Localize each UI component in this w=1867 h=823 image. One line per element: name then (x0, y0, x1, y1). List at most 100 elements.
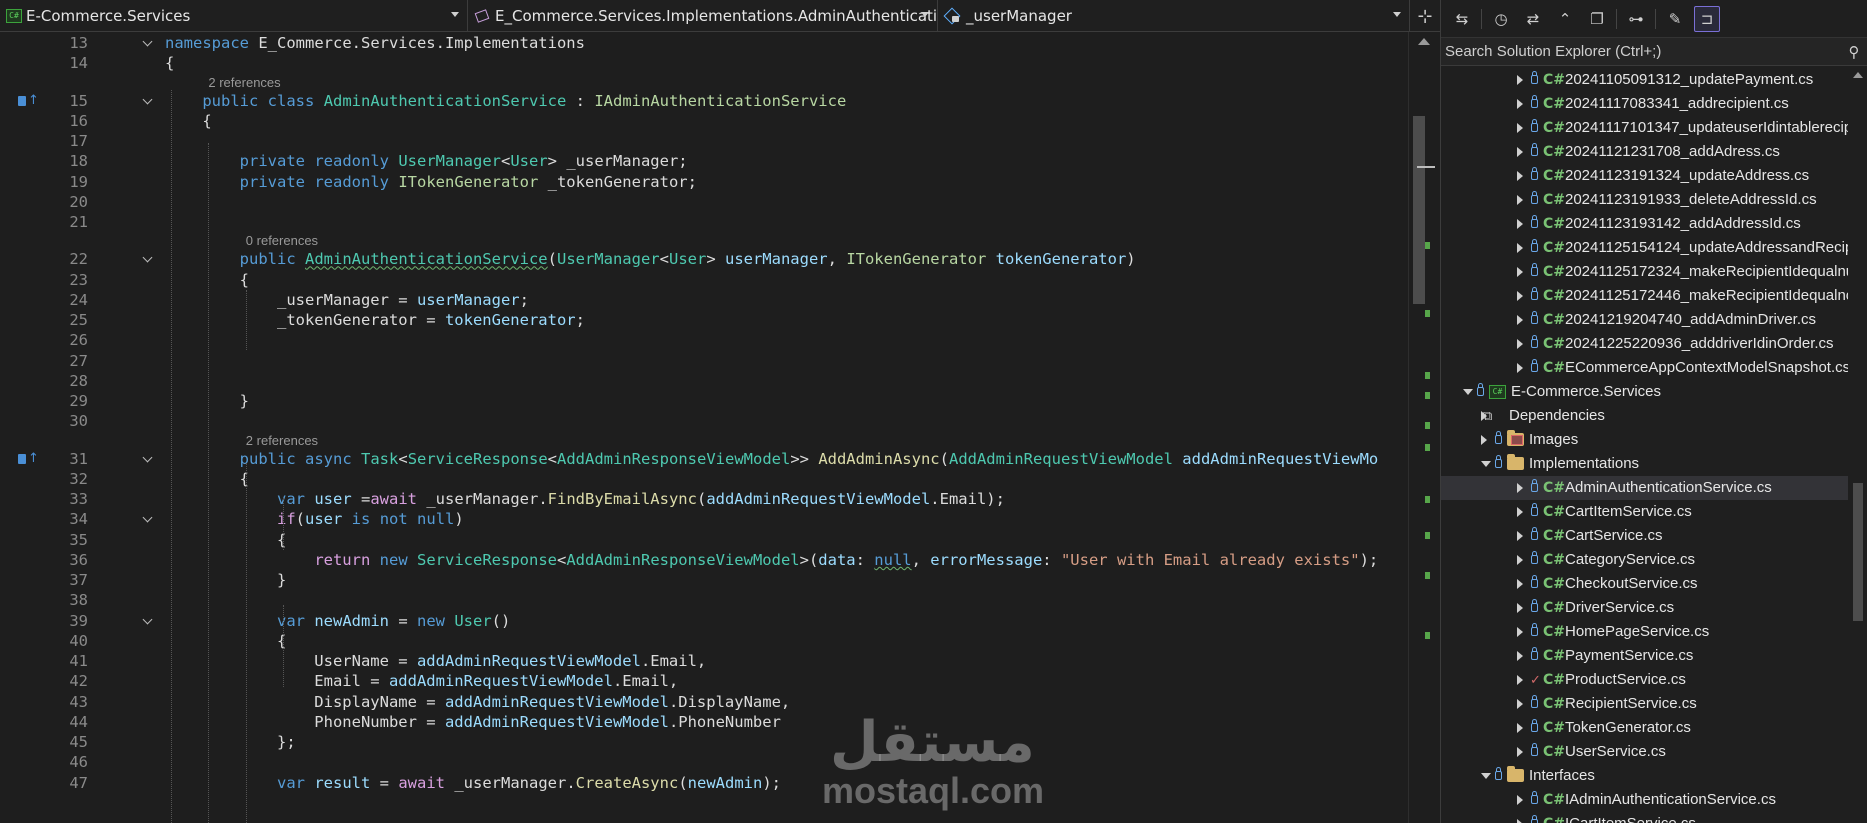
tree-item-file[interactable]: ✓ C# ProductService.cs (1441, 668, 1848, 692)
code-line[interactable]: 43 DisplayName = addAdminRequestViewMode… (0, 692, 1408, 712)
type-dropdown[interactable]: E_Commerce.Services.Implementations.Admi… (468, 0, 938, 32)
collapsed-arrow-icon[interactable] (1517, 819, 1523, 823)
code-line[interactable]: 22 public AdminAuthenticationService(Use… (0, 249, 1408, 269)
code-line[interactable]: 25 _tokenGenerator = tokenGenerator; (0, 310, 1408, 330)
tree-item-folder[interactable]: ⧉ Dependencies (1441, 404, 1848, 428)
tree-item-file[interactable]: C# ECommerceAppContextModelSnapshot.cs (1441, 356, 1848, 380)
member-dropdown[interactable]: _userManager (938, 0, 1410, 32)
code-line[interactable]: 45 }; (0, 732, 1408, 752)
collapsed-arrow-icon[interactable] (1517, 507, 1523, 517)
collapsed-arrow-icon[interactable] (1517, 75, 1523, 85)
scroll-up-icon[interactable] (1853, 72, 1863, 78)
code-line[interactable]: 46 (0, 752, 1408, 772)
implements-interface-icon[interactable] (18, 91, 40, 111)
code-line[interactable]: 30 (0, 411, 1408, 431)
collapsed-arrow-icon[interactable] (1517, 675, 1523, 685)
collapsed-arrow-icon[interactable] (1517, 603, 1523, 613)
fold-chevron-icon[interactable] (142, 513, 154, 525)
implements-interface-icon[interactable] (18, 449, 40, 469)
collapsed-arrow-icon[interactable] (1517, 195, 1523, 205)
code-text-area[interactable]: 13 namespace E_Commerce.Services.Implemen… (0, 32, 1408, 823)
code-line[interactable]: 42 Email = addAdminRequestViewModel.Emai… (0, 671, 1408, 691)
tree-item-file[interactable]: C# CategoryService.cs (1441, 548, 1848, 572)
fold-chevron-icon[interactable] (142, 253, 154, 265)
tree-item-file[interactable]: C# 20241123191324_updateAddress.cs (1441, 164, 1848, 188)
collapsed-arrow-icon[interactable] (1517, 555, 1523, 565)
tree-item-file[interactable]: C# 20241117101347_updateuserIdintablereci… (1441, 116, 1848, 140)
fold-chevron-icon[interactable] (142, 95, 154, 107)
code-lens-references[interactable]: 2 references (246, 433, 318, 449)
solution-tree[interactable]: C# 20241105091312_updatePayment.cs C# 20241… (1441, 68, 1848, 823)
collapsed-arrow-icon[interactable] (1517, 363, 1523, 373)
code-line[interactable]: 27 (0, 351, 1408, 371)
collapsed-arrow-icon[interactable] (1517, 243, 1523, 253)
tree-item-file[interactable]: C# 20241117083341_addrecipient.cs (1441, 92, 1848, 116)
collapsed-arrow-icon[interactable] (1517, 651, 1523, 661)
code-line[interactable]: 36 return new ServiceResponse<AddAdminRe… (0, 550, 1408, 570)
search-icon[interactable]: ⚲ (1840, 43, 1867, 61)
code-line[interactable]: 18 private readonly UserManager<User> _u… (0, 151, 1408, 171)
code-line[interactable]: 20 (0, 192, 1408, 212)
solution-explorer-search-input[interactable] (1445, 43, 1840, 60)
code-line[interactable]: 23 { (0, 270, 1408, 290)
code-line[interactable]: 14 { (0, 53, 1408, 73)
fold-chevron-icon[interactable] (142, 453, 154, 465)
code-line[interactable]: 32 { (0, 469, 1408, 489)
collapse-all-button[interactable]: ⌃ (1552, 6, 1578, 32)
code-line[interactable]: 34 if(user is not null) (0, 509, 1408, 529)
code-line[interactable]: 41 UserName = addAdminRequestViewModel.E… (0, 651, 1408, 671)
tree-item-file[interactable]: C# 20241121231708_addAdress.cs (1441, 140, 1848, 164)
solution-explorer-scrollbar[interactable] (1848, 68, 1867, 823)
collapsed-arrow-icon[interactable] (1517, 123, 1523, 133)
tree-item-file[interactable]: C# 20241123193142_addAddressId.cs (1441, 212, 1848, 236)
code-line[interactable]: 17 (0, 131, 1408, 151)
scrollbar-thumb[interactable] (1413, 116, 1425, 304)
code-line[interactable]: 47 var result = await _userManager.Creat… (0, 773, 1408, 793)
view-class-diagram-button[interactable]: ⊶ (1623, 6, 1649, 32)
collapsed-arrow-icon[interactable] (1517, 291, 1523, 301)
collapsed-arrow-icon[interactable] (1517, 99, 1523, 109)
code-line[interactable]: 37 } (0, 570, 1408, 590)
tree-item-file[interactable]: C# CartItemService.cs (1441, 500, 1848, 524)
code-line[interactable]: 44 PhoneNumber = addAdminRequestViewMode… (0, 712, 1408, 732)
properties-button[interactable]: ✎ (1662, 6, 1688, 32)
tree-item-file[interactable]: C# UserService.cs (1441, 740, 1848, 764)
tree-item-file[interactable]: C# IAdminAuthenticationService.cs (1441, 788, 1848, 812)
code-line[interactable]: 33 var user =await _userManager.FindByEm… (0, 489, 1408, 509)
collapsed-arrow-icon[interactable] (1517, 219, 1523, 229)
collapsed-arrow-icon[interactable] (1517, 267, 1523, 277)
collapsed-arrow-icon[interactable] (1517, 699, 1523, 709)
tree-item-folder[interactable]: Implementations (1441, 452, 1848, 476)
tree-item-file[interactable]: C# DriverService.cs (1441, 596, 1848, 620)
collapsed-arrow-icon[interactable] (1517, 483, 1523, 493)
code-editor[interactable]: C# E-Commerce.Services E_Commerce.Servic… (0, 0, 1440, 823)
project-dropdown[interactable]: C# E-Commerce.Services (0, 0, 468, 32)
collapsed-arrow-icon[interactable] (1517, 795, 1523, 805)
code-line[interactable]: 13 namespace E_Commerce.Services.Implemen… (0, 33, 1408, 53)
code-lens-references[interactable]: 2 references (208, 75, 280, 91)
code-line[interactable]: 29 } (0, 391, 1408, 411)
tree-item-folder[interactable]: Images (1441, 428, 1848, 452)
expanded-arrow-icon[interactable] (1481, 461, 1491, 467)
tree-item-file[interactable]: C# RecipientService.cs (1441, 692, 1848, 716)
code-line[interactable]: 38 (0, 590, 1408, 610)
code-line[interactable]: 35 { (0, 530, 1408, 550)
tree-item-file[interactable]: C# 20241219204740_addAdminDriver.cs (1441, 308, 1848, 332)
tree-item-file[interactable]: C# 20241225220936_adddriverIdinOrder.cs (1441, 332, 1848, 356)
expanded-arrow-icon[interactable] (1481, 773, 1491, 779)
code-line[interactable]: 15 public class AdminAuthenticationServi… (0, 91, 1408, 111)
code-line[interactable]: 24 _userManager = userManager; (0, 290, 1408, 310)
code-line[interactable]: 31 public async Task<ServiceResponse<Add… (0, 449, 1408, 469)
expanded-arrow-icon[interactable] (1463, 389, 1473, 395)
sync-with-active-document-button[interactable]: ⇄ (1520, 6, 1546, 32)
split-editor-button[interactable]: ⊹ (1410, 0, 1440, 32)
fold-chevron-icon[interactable] (142, 37, 154, 49)
code-line[interactable]: 19 private readonly ITokenGenerator _tok… (0, 172, 1408, 192)
fold-chevron-icon[interactable] (142, 615, 154, 627)
code-line[interactable]: 21 (0, 212, 1408, 232)
code-line[interactable]: 39 var newAdmin = new User() (0, 611, 1408, 631)
code-line[interactable]: 16 { (0, 111, 1408, 131)
preview-selected-items-button[interactable]: ⊐ (1694, 5, 1720, 32)
collapsed-arrow-icon[interactable] (1517, 627, 1523, 637)
scrollbar-thumb[interactable] (1853, 483, 1863, 621)
